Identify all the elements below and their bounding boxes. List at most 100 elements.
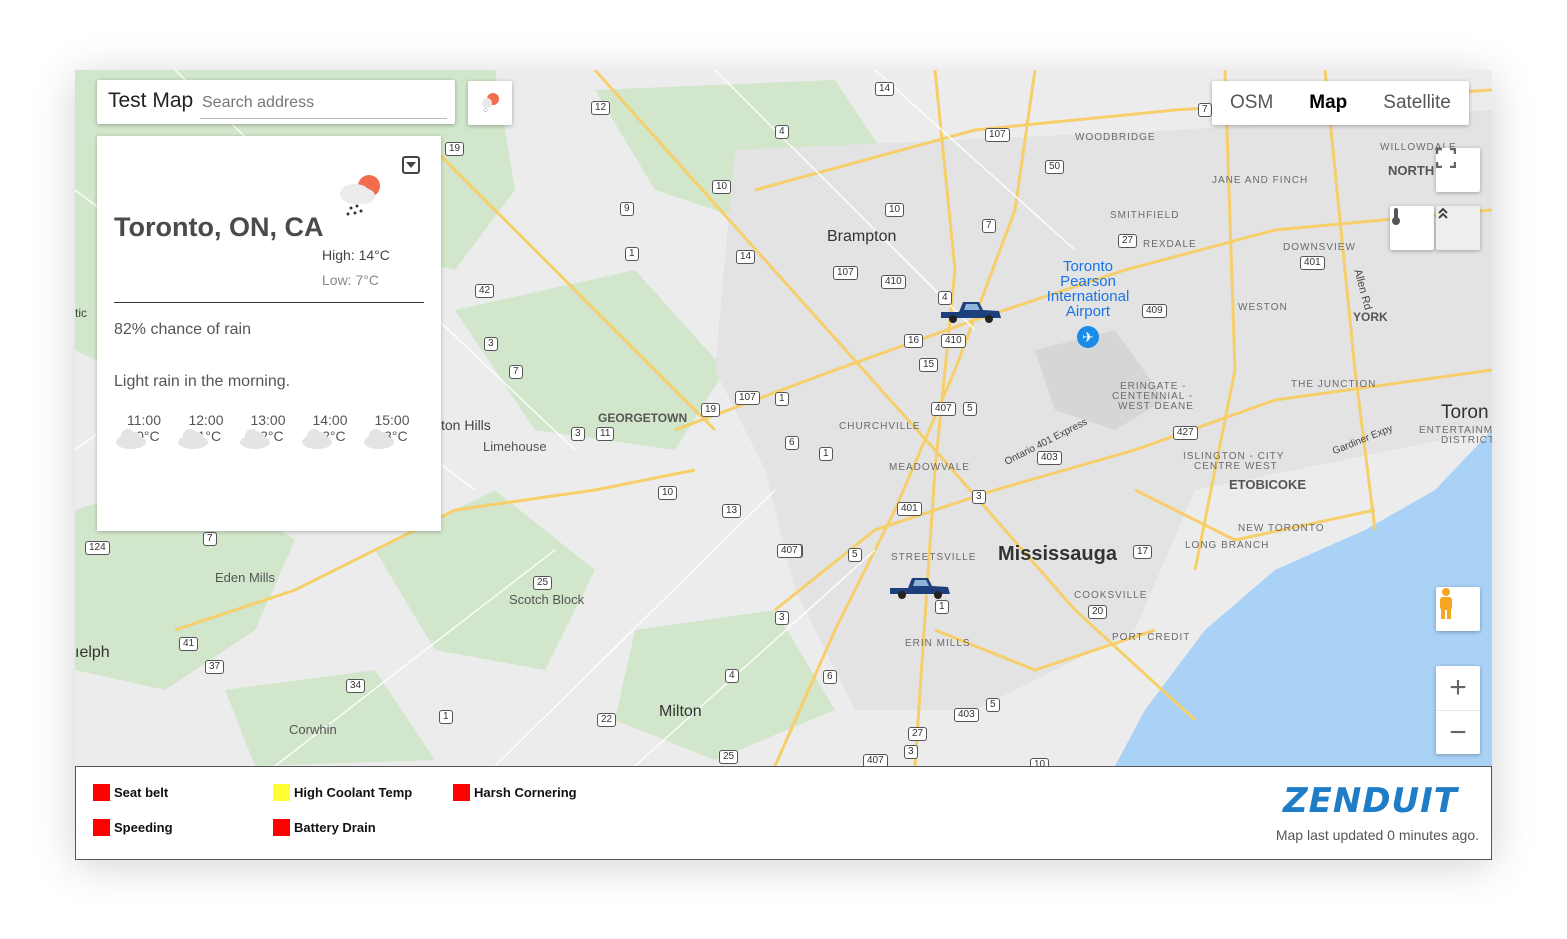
highway-shield: 4	[775, 125, 789, 139]
highway-shield: 107	[985, 128, 1010, 142]
highway-shield: 5	[848, 548, 862, 562]
highway-shield: 1	[819, 447, 833, 461]
label-york: YORK	[1353, 310, 1388, 324]
label-mississauga: Mississauga	[998, 543, 1117, 565]
label-long-branch: LONG BRANCH	[1185, 540, 1270, 551]
highway-shield: 12	[591, 101, 611, 115]
fullscreen-icon	[1436, 148, 1456, 168]
divider	[114, 302, 424, 303]
highway-shield: 22	[597, 713, 617, 727]
highway-shield: 16	[904, 334, 924, 348]
collapse-panel-button[interactable]	[1436, 206, 1480, 250]
hourly-forecast: 14:00 12°C	[299, 412, 361, 449]
label-scotch-block: Scotch Block	[509, 592, 585, 607]
highway-shield: 407	[777, 544, 802, 558]
label-milton: Milton	[659, 703, 702, 720]
label-etobicoke: ETOBICOKE	[1229, 477, 1307, 492]
svg-text:⁘: ⁘	[482, 106, 489, 115]
highway-shield: 19	[445, 142, 465, 156]
airport-icon[interactable]: ✈	[1077, 326, 1099, 348]
map-title: Test Map	[108, 89, 194, 112]
highway-shield: 401	[897, 502, 922, 516]
fullscreen-button[interactable]	[1436, 148, 1480, 192]
highway-shield: 17	[1133, 545, 1153, 559]
legend-swatch	[273, 784, 290, 801]
label-downsview: DOWNSVIEW	[1283, 242, 1356, 253]
search-input[interactable]	[200, 88, 447, 119]
legend-label: Seat belt	[114, 785, 169, 800]
cloud-icon	[116, 429, 146, 449]
label-georgetown: GEORGETOWN	[598, 411, 688, 425]
highway-shield: 3	[484, 337, 498, 351]
hourly-forecast: 12:00 11°C	[175, 412, 237, 449]
highway-shield: 5	[963, 402, 977, 416]
chevron-up-double-icon	[1438, 207, 1448, 219]
label-new-toronto: NEW TORONTO	[1238, 523, 1325, 534]
zoom-out-button[interactable]: −	[1436, 711, 1480, 755]
search-bar: Test Map	[97, 80, 455, 124]
hourly-forecast: 11:00 10°C	[113, 412, 175, 449]
label-streetsville: STREETSVILLE	[891, 552, 977, 563]
highway-shield: 403	[954, 708, 979, 722]
legend-item-speeding: Speeding	[93, 819, 173, 836]
label-toronto: Toron	[1441, 402, 1489, 423]
highway-shield: 3	[571, 427, 585, 441]
highway-shield: 6	[785, 436, 799, 450]
weather-summary: Light rain in the morning.	[114, 373, 291, 390]
highway-shield: 34	[346, 679, 366, 693]
map-type-satellite[interactable]: Satellite	[1365, 81, 1469, 125]
highway-shield: 3	[972, 490, 986, 504]
highway-shield: 5	[986, 698, 1000, 712]
weather-toggle-button[interactable]: ⁘	[468, 81, 512, 125]
highway-shield: 6	[823, 670, 837, 684]
zoom-control: + −	[1436, 666, 1480, 754]
zoom-in-button[interactable]: +	[1436, 666, 1480, 711]
street-view-button[interactable]	[1436, 587, 1480, 631]
hourly-forecast: 13:00 12°C	[237, 412, 299, 449]
highway-shield: 410	[881, 275, 906, 289]
label-district: DISTRICT	[1441, 435, 1492, 446]
legend-swatch	[453, 784, 470, 801]
highway-shield: 7	[203, 532, 217, 546]
temperature-button[interactable]	[1390, 206, 1434, 250]
map-type-map[interactable]: Map	[1291, 81, 1366, 125]
label-brampton: Brampton	[827, 228, 897, 245]
highway-shield: 7	[509, 365, 523, 379]
highway-shield: 107	[833, 266, 858, 280]
label-rexdale: REXDALE	[1143, 239, 1197, 250]
label-smithfield: SMITHFIELD	[1110, 210, 1180, 221]
label-eden-mills: Eden Mills	[215, 570, 275, 585]
legend-label: Speeding	[114, 820, 173, 835]
label-weston: WESTON	[1238, 302, 1288, 313]
legend-swatch	[93, 784, 110, 801]
legend-item-harsh-cornering: Harsh Cornering	[453, 784, 577, 801]
map-canvas[interactable]: Brampton Mississauga Milton GEORGETOWN L…	[75, 70, 1492, 766]
vehicle-truck-icon[interactable]	[888, 574, 952, 600]
highway-shield: 10	[1030, 758, 1050, 766]
highway-shield: 25	[533, 576, 553, 590]
highway-shield: 1	[935, 600, 949, 614]
highway-shield: 42	[475, 284, 495, 298]
highway-shield: 9	[620, 202, 634, 216]
highway-shield: 37	[205, 660, 225, 674]
highway-shield: 4	[725, 669, 739, 683]
highway-shield: 14	[736, 250, 756, 264]
legend-item-battery-drain: Battery Drain	[273, 819, 376, 836]
highway-shield: 401	[1300, 256, 1325, 270]
event-legend: Seat belt High Coolant Temp Harsh Corner…	[75, 766, 1492, 860]
legend-label: Harsh Cornering	[474, 785, 577, 800]
collapse-dropdown-icon[interactable]	[402, 156, 420, 174]
thermometer-icon	[1392, 208, 1400, 225]
highway-shield: 41	[179, 637, 199, 651]
cloud-icon	[302, 429, 332, 449]
highway-shield: 10	[885, 203, 905, 217]
map-type-osm[interactable]: OSM	[1212, 81, 1291, 125]
weather-low: Low: 7°C	[322, 272, 379, 288]
vehicle-truck-icon[interactable]	[939, 298, 1003, 324]
highway-shield: 124	[85, 541, 110, 555]
rain-chance: 82% chance of rain	[114, 321, 251, 338]
pegman-icon	[1440, 588, 1452, 619]
highway-shield: 409	[1142, 304, 1167, 318]
zenduit-logo: ZENDUIT	[1282, 781, 1458, 821]
label-eringate-3: WEST DEANE	[1118, 401, 1194, 412]
